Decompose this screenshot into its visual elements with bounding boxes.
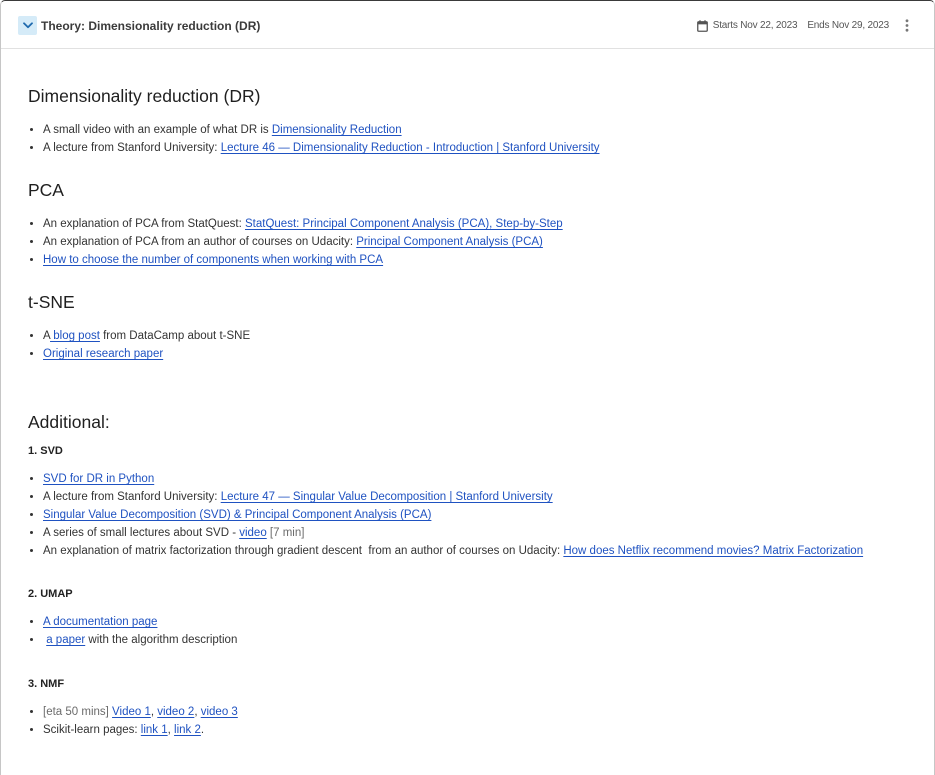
list-item: [eta 50 mins] Video 1, video 2, video 3 [43,703,914,721]
resource-list: A small video with an example of what DR… [28,121,914,157]
list-item: An explanation of PCA from StatQuest: St… [43,215,914,233]
end-date: Ends Nov 29, 2023 [807,20,889,31]
resource-link[interactable]: video [239,527,267,539]
start-date: Starts Nov 22, 2023 [712,20,798,31]
resource-list: A blog post from DataCamp about t-SNE Or… [28,327,914,363]
date-range: Starts Nov 22, 2023 Ends Nov 29, 2023 [696,19,889,32]
item-text: with the algorithm description [85,634,238,646]
resource-list: SVD for DR in Python A lecture from Stan… [28,470,914,560]
list-item: A series of small lectures about SVD - v… [43,524,914,542]
item-text: An explanation of PCA from StatQuest: [43,218,245,230]
item-text: . [200,724,205,736]
resource-link[interactable]: link 1 [141,724,168,736]
resource-link[interactable]: video 3 [201,706,238,718]
list-item: SVD for DR in Python [43,470,914,488]
resource-link[interactable]: A documentation page [43,616,157,628]
resource-link[interactable]: Singular Value Decomposition (SVD) & Pri… [43,509,431,521]
list-item: An explanation of matrix factorization t… [43,542,914,560]
item-text: A series of small lectures about SVD - [43,527,240,539]
resource-link[interactable]: link 2 [174,724,201,736]
list-item: A small video with an example of what DR… [43,121,914,139]
heading-pca: PCA [28,180,64,200]
item-text: from DataCamp about t-SNE [99,330,251,342]
subheading-nmf: 3. NMF [28,678,65,690]
list-item: Original research paper [43,345,914,363]
resource-link[interactable]: Original research paper [43,348,163,360]
item-text: An explanation of matrix factorization t… [43,545,564,557]
card-title: Theory: Dimensionality reduction (DR) [41,18,261,33]
item-text: A lecture from Stanford University: [43,491,221,503]
more-vertical-icon [905,19,909,32]
chevron-down-icon [22,22,33,29]
item-text: An explanation of PCA from an author of … [43,236,357,248]
item-text: Scikit-learn pages: [43,724,141,736]
resource-link[interactable]: video 2 [157,706,194,718]
list-item: An explanation of PCA from an author of … [43,233,914,251]
resource-link[interactable]: How to choose the number of components w… [43,254,383,266]
item-text: A [43,330,51,342]
list-item: Scikit-learn pages: link 1, link 2. [43,721,914,739]
heading-dimensionality-reduction: Dimensionality reduction (DR) [28,86,261,106]
subheading-umap: 2. UMAP [28,588,73,600]
resource-link[interactable]: Video 1 [112,706,151,718]
more-options-button[interactable] [900,16,914,36]
resource-link[interactable]: StatQuest: Principal Component Analysis … [245,218,563,230]
duration-note: [eta 50 mins] [43,706,109,718]
resource-link[interactable]: SVD for DR in Python [43,473,154,485]
item-text: A small video with an example of what DR… [43,124,272,136]
list-item: A blog post from DataCamp about t-SNE [43,327,914,345]
list-item: a paper with the algorithm description [43,631,914,649]
resource-link[interactable]: Lecture 46 — Dimensionality Reduction - … [221,142,600,154]
calendar-icon [696,19,708,32]
list-item: A lecture from Stanford University: Lect… [43,488,914,506]
item-text: A lecture from Stanford University: [43,142,221,154]
resource-link[interactable]: Lecture 47 — Singular Value Decompositio… [221,491,553,503]
list-item: A documentation page [43,613,914,631]
list-item: A lecture from Stanford University: Lect… [43,139,914,157]
resource-list: An explanation of PCA from StatQuest: St… [28,215,914,269]
list-item: How to choose the number of components w… [43,251,914,269]
card-body: Dimensionality reduction (DR) A small vi… [1,49,934,739]
resource-link[interactable]: Dimensionality Reduction [272,124,402,136]
resource-link[interactable]: How does Netflix recommend movies? Matri… [563,545,863,557]
resource-link[interactable]: blog post [50,330,100,342]
heading-additional: Additional: [28,412,110,432]
duration-note: [7 min] [269,527,305,539]
list-item: Singular Value Decomposition (SVD) & Pri… [43,506,914,524]
subheading-svd: 1. SVD [28,445,63,457]
card-header: Theory: Dimensionality reduction (DR) St… [1,1,934,49]
resource-link[interactable]: Principal Component Analysis (PCA) [356,236,543,248]
collapse-toggle-button[interactable] [18,16,37,35]
resource-link[interactable]: a paper [46,634,85,646]
resource-list: A documentation page a paper with the al… [28,613,914,649]
heading-tsne: t-SNE [28,292,75,312]
resource-list: [eta 50 mins] Video 1, video 2, video 3 … [28,703,914,739]
content-card: Theory: Dimensionality reduction (DR) St… [0,0,935,775]
